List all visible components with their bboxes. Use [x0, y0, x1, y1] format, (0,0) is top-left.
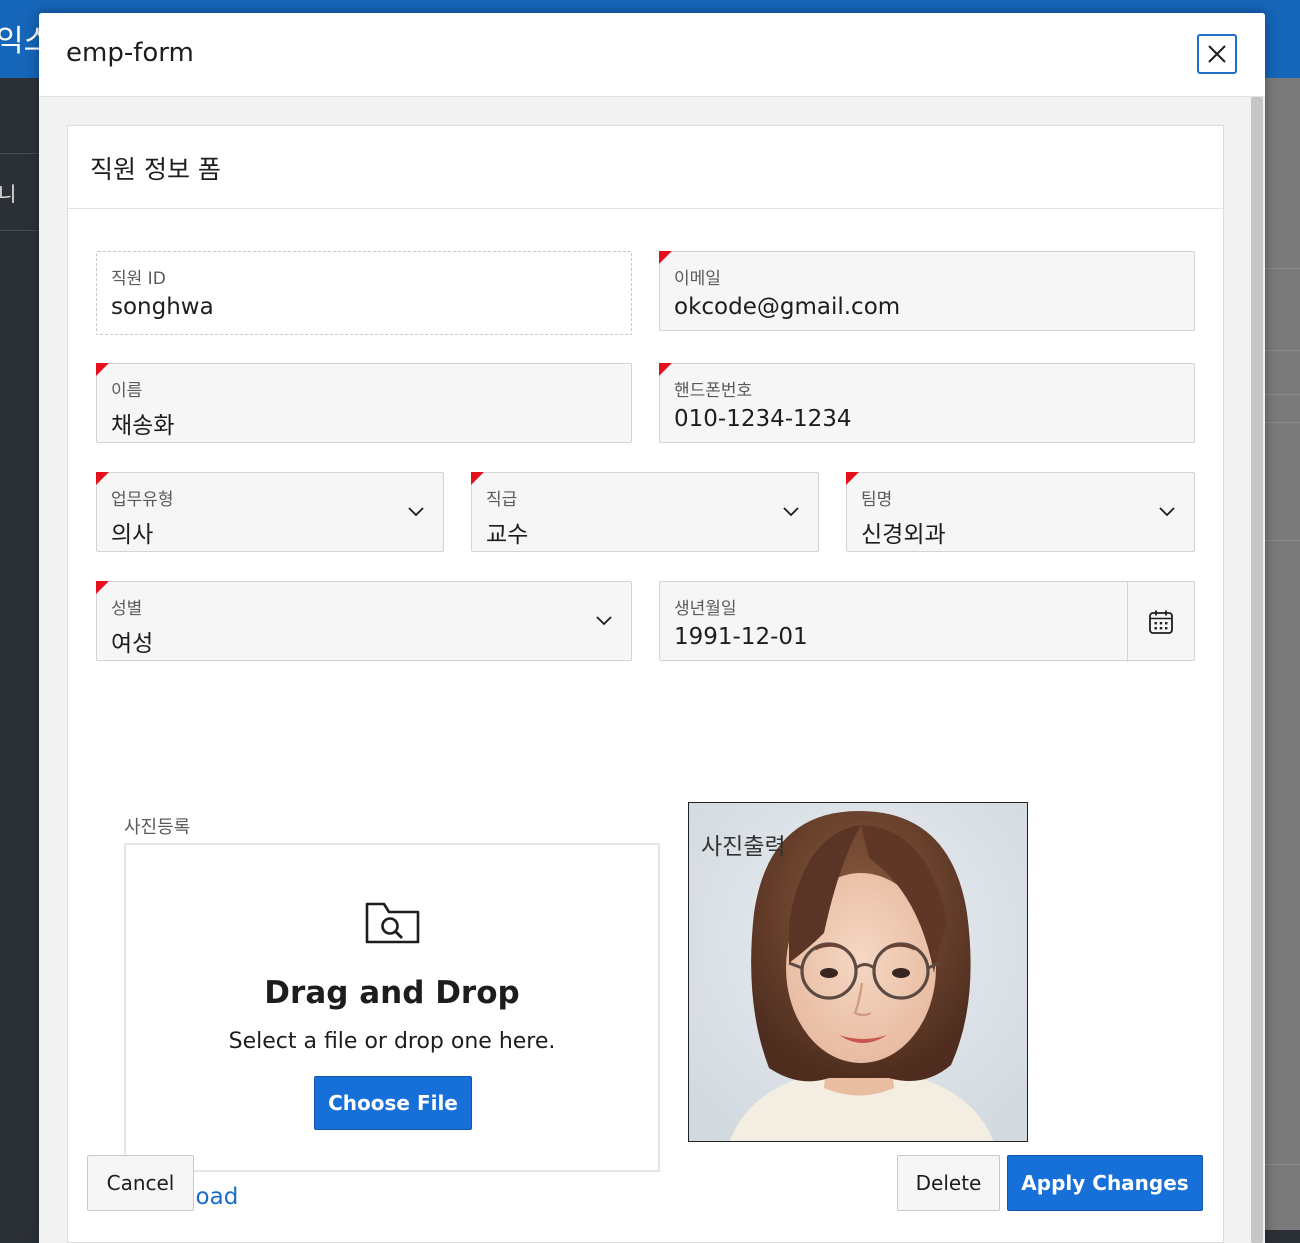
- file-dropzone[interactable]: Drag and Drop Select a file or drop one …: [124, 843, 660, 1172]
- emp-form-dialog: emp-form 직원 정보 폼 직원 ID songhwa 이메일 okcod…: [39, 13, 1265, 1243]
- app-content-backdrop: [1264, 78, 1300, 1230]
- name-field[interactable]: 이름 채송화: [96, 363, 632, 443]
- gender-select[interactable]: 성별 여성: [96, 581, 632, 661]
- employee-info-region: 직원 정보 폼 직원 ID songhwa 이메일 okcode@gmail.c…: [67, 125, 1224, 1243]
- close-icon: [1208, 45, 1226, 63]
- dialog-title: emp-form: [66, 38, 194, 68]
- folder-search-icon: [365, 902, 420, 944]
- required-flag: [659, 251, 672, 264]
- birth-date-value[interactable]: 1991-12-01: [674, 624, 808, 650]
- gender-value: 여성: [111, 631, 154, 657]
- email-field[interactable]: 이메일 okcode@gmail.com: [659, 251, 1195, 331]
- chevron-down-icon: [596, 616, 612, 626]
- required-flag: [96, 472, 109, 485]
- photo-caption: 사진출력: [701, 834, 786, 860]
- rank-value: 교수: [486, 522, 529, 548]
- required-flag: [96, 581, 109, 594]
- phone-label: 핸드폰번호: [674, 381, 753, 401]
- app-sidebar: 니: [0, 78, 40, 1230]
- chevron-down-icon: [408, 507, 424, 517]
- cancel-button[interactable]: Cancel: [87, 1155, 194, 1211]
- team-value: 신경외과: [861, 522, 946, 548]
- photo-preview: 사진출력: [688, 802, 1028, 1142]
- dropzone-subtitle: Select a file or drop one here.: [228, 1029, 556, 1054]
- scrollbar-thumb[interactable]: [1251, 97, 1263, 1243]
- table-rule: [1264, 422, 1300, 423]
- team-label: 팀명: [861, 490, 893, 510]
- sidebar-divider: [0, 153, 40, 154]
- birth-date-field[interactable]: 생년월일 1991-12-01: [659, 581, 1195, 662]
- phone-value[interactable]: 010-1234-1234: [674, 406, 852, 432]
- birth-date-label: 생년월일: [674, 599, 737, 619]
- rank-select[interactable]: 직급 교수: [471, 472, 819, 552]
- calendar-icon: [1149, 610, 1173, 634]
- required-flag: [846, 472, 859, 485]
- photo-upload-label: 사진등록: [124, 817, 191, 838]
- required-flag: [471, 472, 484, 485]
- table-rule: [1264, 540, 1300, 541]
- delete-button[interactable]: Delete: [897, 1155, 1000, 1211]
- choose-file-button[interactable]: Choose File: [314, 1076, 472, 1130]
- name-value[interactable]: 채송화: [111, 406, 174, 440]
- phone-field[interactable]: 핸드폰번호 010-1234-1234: [659, 363, 1195, 443]
- dialog-header: emp-form: [39, 13, 1265, 97]
- dropzone-title: Drag and Drop: [264, 975, 520, 1011]
- close-button[interactable]: [1197, 34, 1237, 74]
- required-flag: [96, 363, 109, 376]
- table-rule: [1264, 268, 1300, 269]
- apply-changes-button[interactable]: Apply Changes: [1007, 1155, 1203, 1211]
- table-rule: [1264, 350, 1300, 351]
- job-type-value: 의사: [111, 522, 154, 548]
- chevron-down-icon: [783, 507, 799, 517]
- region-title: 직원 정보 폼: [90, 155, 221, 184]
- job-type-label: 업무유형: [111, 490, 174, 510]
- chevron-down-icon: [1159, 507, 1175, 517]
- table-rule: [1264, 394, 1300, 395]
- employee-id-field: 직원 ID songhwa: [96, 251, 632, 335]
- email-label: 이메일: [674, 269, 721, 289]
- sidebar-item[interactable]: 니: [0, 178, 16, 207]
- employee-id-value: songhwa: [111, 294, 214, 320]
- job-type-select[interactable]: 업무유형 의사: [96, 472, 444, 552]
- region-header: 직원 정보 폼: [68, 126, 1223, 209]
- sidebar-divider: [0, 230, 40, 231]
- gender-label: 성별: [111, 599, 143, 619]
- name-label: 이름: [111, 381, 143, 401]
- employee-id-label: 직원 ID: [111, 269, 166, 289]
- team-select[interactable]: 팀명 신경외과: [846, 472, 1195, 552]
- table-rule: [1264, 1164, 1300, 1165]
- required-flag: [659, 363, 672, 376]
- email-value[interactable]: okcode@gmail.com: [674, 294, 900, 320]
- rank-label: 직급: [486, 490, 518, 510]
- date-picker-button[interactable]: [1127, 582, 1194, 662]
